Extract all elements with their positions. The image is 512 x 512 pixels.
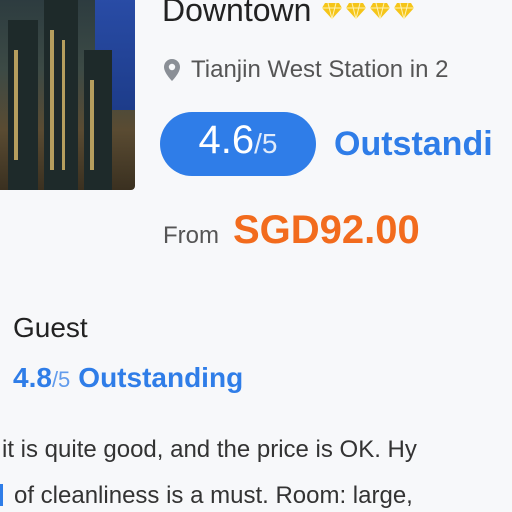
- rating-score: 4.6: [198, 118, 255, 162]
- hotel-name[interactable]: Downtown: [162, 0, 311, 29]
- diamond-icon: [346, 2, 367, 19]
- guest-rating-scale: /5: [51, 367, 71, 392]
- diamond-icon: [370, 2, 391, 19]
- guest-review-title: Guest: [13, 312, 88, 343]
- diamond-rating: [321, 2, 415, 20]
- price-row: From SGD92.00: [163, 208, 420, 253]
- location-text: Tianjin West Station in 2: [191, 56, 449, 83]
- photo-lights: [50, 30, 54, 170]
- rating-label: Outstandi: [334, 124, 493, 163]
- price-amount: SGD92.00: [233, 208, 420, 252]
- guest-rating-score: 4.8: [13, 362, 52, 393]
- photo-building: [8, 20, 38, 190]
- rating-scale: /5: [254, 128, 278, 159]
- diamond-icon: [322, 2, 343, 19]
- photo-lights: [62, 40, 65, 170]
- price-from-label: From: [163, 222, 219, 249]
- review-text-line[interactable]: of cleanliness is a must. Room: large,: [14, 482, 413, 510]
- location-row[interactable]: Tianjin West Station in 2: [163, 56, 448, 84]
- photo-building: [84, 50, 112, 190]
- map-pin-icon: [164, 59, 180, 81]
- guest-rating-label: Outstanding: [78, 362, 244, 393]
- guest-rating-row: 4.8 /5 Outstanding: [13, 362, 243, 394]
- rating-row[interactable]: 4.6 /5 Outstandi: [160, 112, 493, 176]
- hotel-title-row: Downtown: [162, 0, 415, 29]
- review-highlight-marker: [0, 484, 3, 506]
- diamond-icon: [394, 2, 415, 19]
- photo-lights: [14, 50, 18, 160]
- hotel-photo[interactable]: [0, 0, 135, 190]
- review-text-line[interactable]: it is quite good, and the price is OK. H…: [2, 436, 417, 464]
- rating-badge: 4.6 /5: [160, 112, 316, 176]
- photo-lights: [90, 80, 94, 170]
